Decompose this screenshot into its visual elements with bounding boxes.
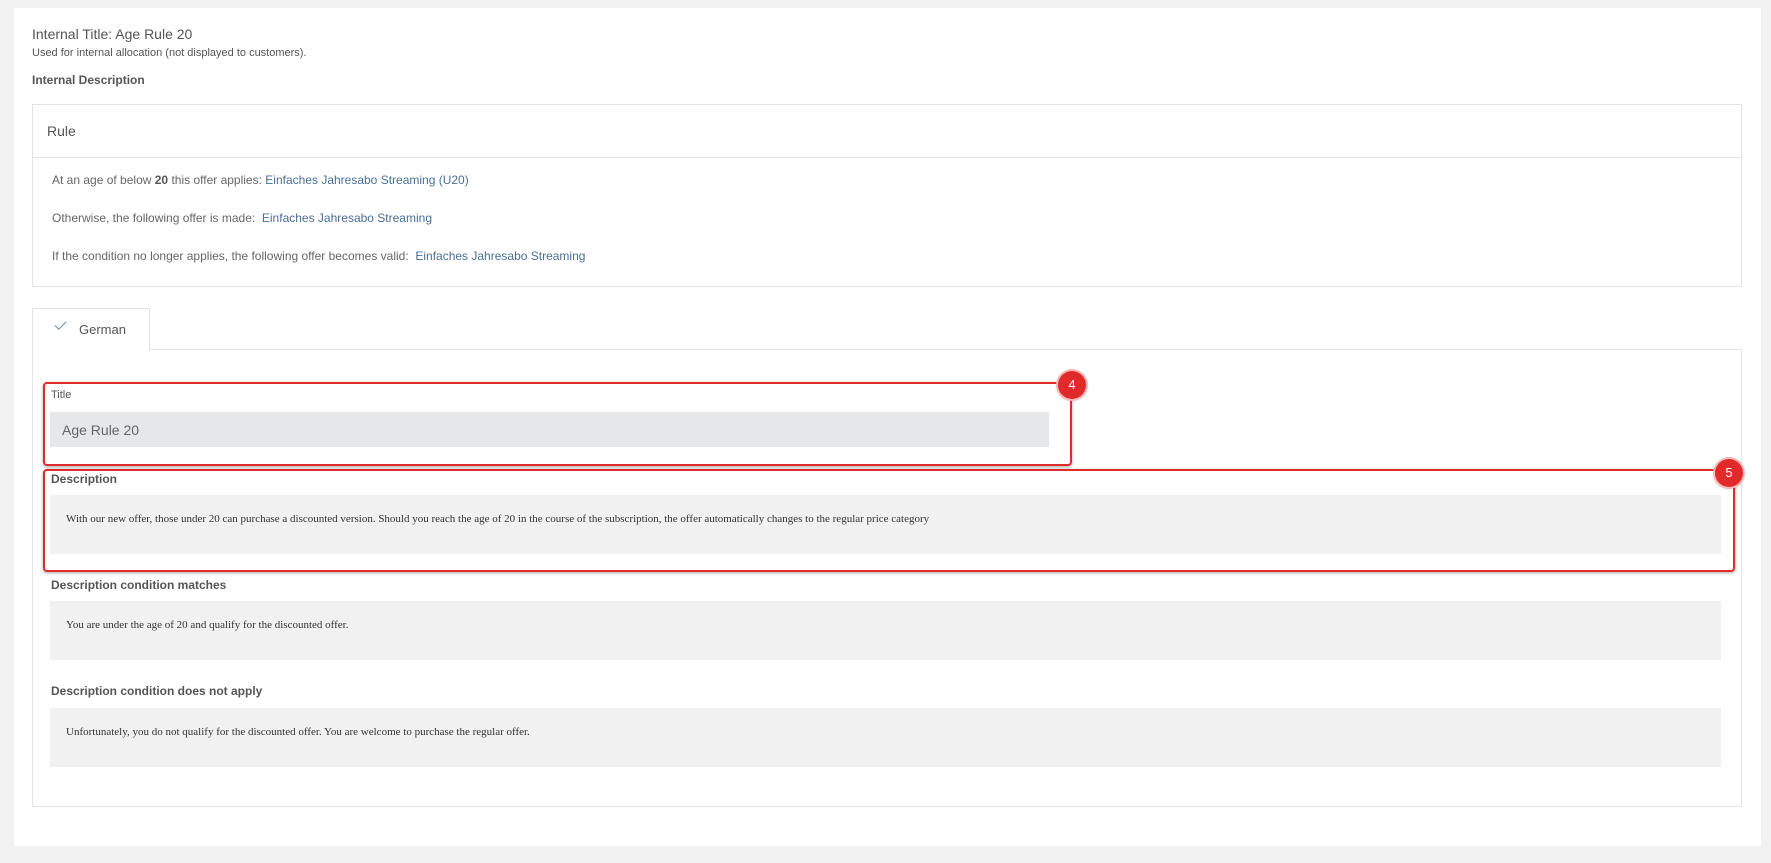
highlight-box-5 [43, 469, 1735, 572]
check-icon [54, 317, 67, 331]
annotation-badge-4: 4 [1058, 371, 1086, 399]
rule-card-header: Rule [33, 105, 1741, 158]
not-apply-label: Description condition does not apply [51, 684, 263, 698]
rule-line-otherwise-prefix: Otherwise, the following offer is made: [52, 211, 262, 225]
rule-line-otherwise: Otherwise, the following offer is made: … [52, 211, 432, 225]
rule-card: Rule At an age of below 20 this offer ap… [32, 104, 1742, 287]
matches-text: You are under the age of 20 and qualify … [66, 619, 349, 631]
annotation-badge-5: 5 [1715, 459, 1743, 487]
tab-german-label: German [79, 322, 126, 337]
offer-link-u20[interactable]: Einfaches Jahresabo Streaming (U20) [265, 173, 468, 187]
rule-heading: Rule [47, 123, 76, 139]
rule-line-age: At an age of below 20 this offer applies… [52, 173, 469, 187]
not-apply-text: Unfortunately, you do not qualify for th… [66, 726, 530, 738]
rule-line-age-prefix: At an age of below [52, 173, 155, 187]
not-apply-editor[interactable]: Unfortunately, you do not qualify for th… [50, 708, 1721, 767]
rule-age-value: 20 [154, 173, 169, 187]
highlight-box-4 [43, 382, 1072, 466]
rule-line-age-suffix: this offer applies: [168, 173, 266, 187]
matches-label: Description condition matches [51, 578, 227, 592]
rule-line-fallback: If the condition no longer applies, the … [52, 249, 585, 263]
offer-link-fallback[interactable]: Einfaches Jahresabo Streaming [415, 249, 585, 263]
internal-title: Internal Title: Age Rule 20 [32, 26, 193, 42]
tab-german[interactable]: German [32, 308, 150, 351]
internal-description-label: Internal Description [32, 73, 145, 87]
rule-line-fallback-prefix: If the condition no longer applies, the … [52, 249, 416, 263]
internal-title-hint: Used for internal allocation (not displa… [32, 47, 307, 59]
matches-editor[interactable]: You are under the age of 20 and qualify … [50, 601, 1721, 660]
offer-link-otherwise[interactable]: Einfaches Jahresabo Streaming [262, 211, 432, 225]
